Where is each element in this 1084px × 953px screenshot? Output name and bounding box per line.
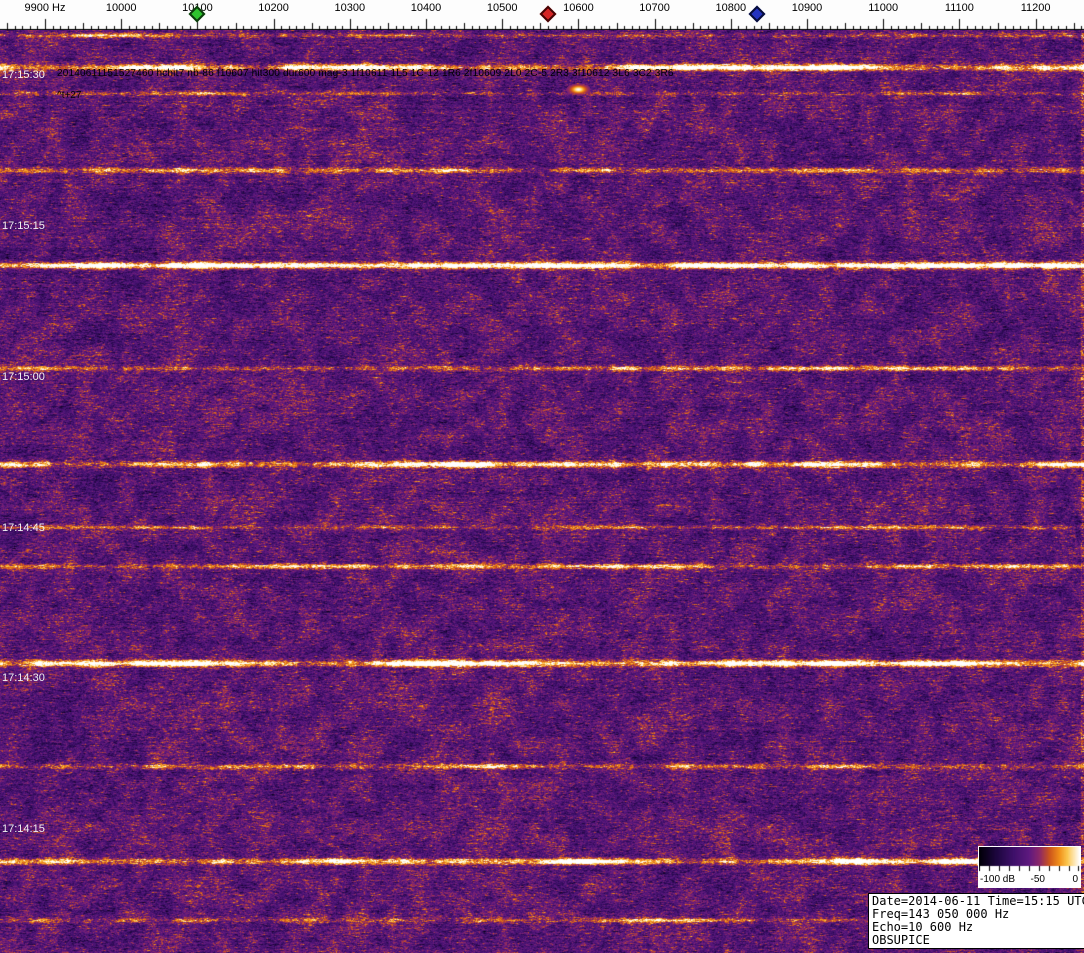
colorbar-label-max: 0 — [1072, 874, 1078, 885]
time-correction-annotation: ^t+27 — [57, 90, 82, 101]
color-scale: -100 dB -50 0 — [978, 846, 1081, 888]
freq-tick-label: 10300 — [334, 2, 366, 14]
freq-tick-label: 9900 Hz — [24, 2, 66, 14]
time-axis-label: 17:14:15 — [2, 823, 45, 835]
info-line: OBSUPICE — [872, 933, 930, 947]
time-axis-label: 17:14:45 — [2, 522, 45, 534]
frequency-ruler: 9900 Hz100001010010200103001040010500106… — [0, 0, 1084, 30]
freq-tick-label: 11100 — [944, 2, 974, 14]
freq-tick-label: 10600 — [563, 2, 594, 14]
freq-tick-label: 11000 — [868, 2, 899, 14]
time-axis-label: 17:15:30 — [2, 69, 45, 81]
event-annotation: 20140611151527460 hchit7 nb-86 f10607 hi… — [57, 68, 674, 79]
freq-tick-label: 10400 — [410, 2, 442, 14]
colorbar-canvas — [979, 847, 1080, 873]
spectrogram-window: 9900 Hz100001010010200103001040010500106… — [0, 0, 1084, 953]
colorbar-label-min: -100 dB — [980, 874, 1016, 885]
time-axis-label: 17:14:30 — [2, 672, 45, 684]
time-axis-label: 17:15:00 — [2, 371, 45, 383]
freq-tick-label: 10200 — [258, 2, 289, 14]
spectrogram-area: 20140611151527460 hchit7 nb-86 f10607 hi… — [0, 30, 1084, 953]
time-axis-label: 17:15:15 — [2, 220, 45, 232]
freq-tick-label: 10800 — [715, 2, 747, 14]
spectrogram-canvas — [0, 30, 1084, 953]
info-box: Date=2014-06-11 Time=15:15 UTC Freq=143 0… — [868, 893, 1084, 949]
freq-tick-label: 10500 — [486, 2, 518, 14]
freq-tick-label: 11200 — [1020, 2, 1051, 14]
freq-tick-label: 10000 — [105, 2, 137, 14]
freq-tick-label: 10700 — [639, 2, 670, 14]
colorbar-label-mid: -50 — [1030, 874, 1045, 885]
freq-tick-label: 10900 — [791, 2, 823, 14]
